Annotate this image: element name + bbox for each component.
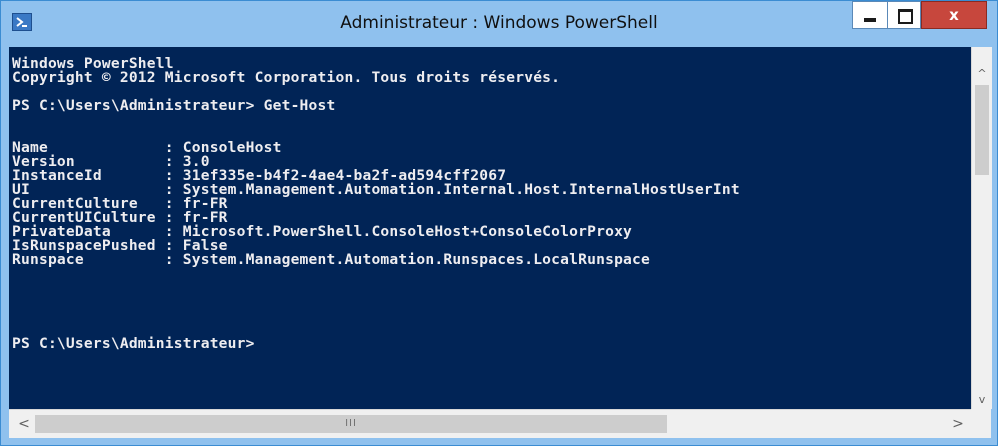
vertical-scrollbar[interactable]: ^ v (971, 47, 992, 409)
minimize-button[interactable] (852, 1, 888, 29)
window-title: Administrateur : Windows PowerShell (340, 13, 658, 33)
minimize-icon (864, 18, 876, 22)
title-bar[interactable]: Administrateur : Windows PowerShell x (1, 1, 997, 47)
maximize-icon (898, 9, 913, 24)
scroll-right-icon[interactable]: > (949, 415, 967, 433)
horizontal-scroll-thumb[interactable]: III (35, 415, 667, 433)
scroll-grip-icon: III (345, 418, 357, 429)
powershell-window: Administrateur : Windows PowerShell x Wi… (0, 0, 998, 446)
console-line: PS C:\Users\Administrateur> (12, 335, 255, 352)
scroll-up-icon[interactable]: ^ (972, 65, 992, 83)
console-text: Windows PowerShell Copyright © 2012 Micro… (12, 56, 740, 352)
console-line: Runspace : System.Management.Automation.… (12, 251, 651, 268)
vertical-scroll-thumb[interactable] (975, 85, 989, 175)
console-line: PS C:\Users\Administrateur> Get-Host (12, 97, 336, 114)
close-button[interactable]: x (921, 1, 987, 29)
console-line: Copyright © 2012 Microsoft Corporation. … (12, 69, 561, 86)
powershell-icon[interactable] (12, 13, 32, 31)
console-output[interactable]: Windows PowerShell Copyright © 2012 Micro… (9, 47, 971, 409)
scroll-down-icon[interactable]: v (972, 391, 992, 409)
horizontal-scrollbar[interactable]: < III > (9, 409, 991, 438)
resize-grip[interactable] (971, 409, 991, 437)
close-icon: x (949, 6, 959, 24)
scroll-left-icon[interactable]: < (15, 415, 33, 433)
maximize-button[interactable] (887, 1, 921, 29)
